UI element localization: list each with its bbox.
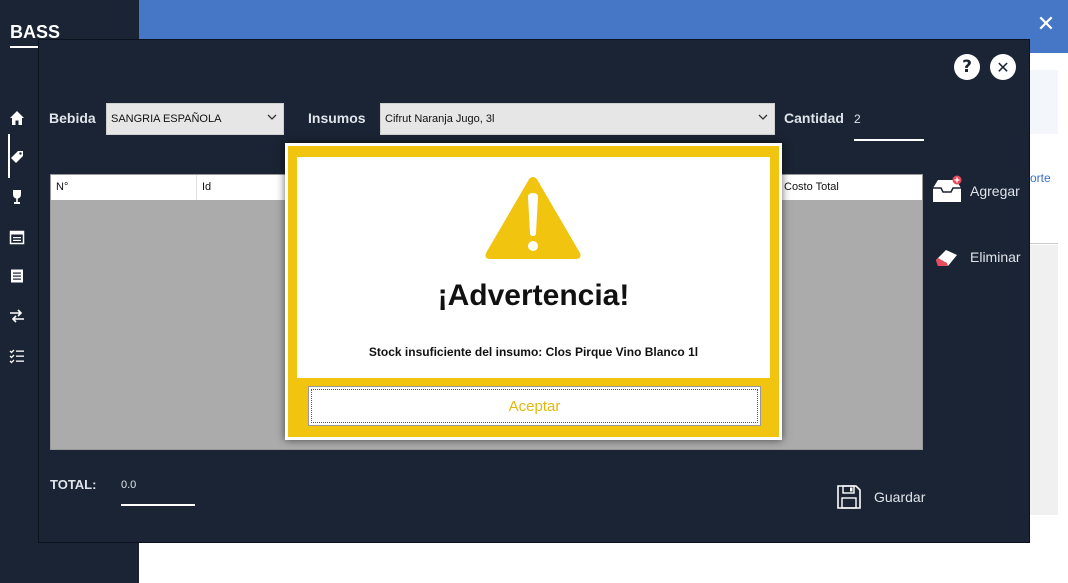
home-icon[interactable] [8,109,26,127]
bebida-select-value: SANGRIA ESPAÑOLA [111,113,222,125]
guardar-label: Guardar [874,489,926,505]
divider [1030,243,1058,244]
focus-rectangle [311,389,758,423]
insumos-label: Insumos [308,110,366,126]
help-button[interactable]: ? [954,54,980,80]
agregar-label: Agregar [970,183,1020,199]
eliminar-label: Eliminar [970,249,1021,265]
save-icon [836,484,862,510]
warning-title: ¡Advertencia! [437,279,630,312]
eliminar-button[interactable]: Eliminar [930,240,1021,274]
column-separator [196,175,197,200]
close-window-button[interactable]: ✕ [990,54,1016,80]
bebida-label: Bebida [49,110,96,126]
bebida-select[interactable]: SANGRIA ESPAÑOLA [106,103,284,135]
agregar-button[interactable]: Agregar [930,174,1020,208]
insumos-select-value: Cifrut Naranja Jugo, 3l [385,113,495,125]
aceptar-button[interactable]: Aceptar [308,386,761,426]
chevron-down-icon [267,114,277,120]
warning-dialog: ¡Advertencia! Stock insuficiente del ins… [285,143,782,440]
app-background-panel [1030,245,1058,515]
app-title-underline [10,46,38,48]
warning-dialog-body: ¡Advertencia! Stock insuficiente del ins… [297,157,770,378]
calendar-icon[interactable] [8,228,26,246]
checklist-icon[interactable] [8,347,26,365]
chevron-down-icon [758,114,768,120]
total-underline [121,504,195,506]
app-background-link[interactable]: orte [1030,171,1051,185]
wine-glass-icon[interactable] [8,188,26,206]
app-close-button[interactable]: ✕ [1035,14,1057,36]
app-background-panel [1030,70,1058,134]
total-value: 0.0 [121,479,137,491]
list-icon[interactable] [8,267,26,285]
cantidad-input-underline [854,139,924,141]
total-label: TOTAL: [50,477,97,492]
tag-icon[interactable] [8,148,26,166]
eraser-icon [930,240,964,274]
cantidad-label: Cantidad [784,110,844,126]
column-header-number[interactable]: N° [56,181,68,193]
cantidad-input[interactable]: 2 [854,112,861,126]
transfer-icon[interactable] [8,307,26,325]
warning-message: Stock insuficiente del insumo: Clos Pirq… [368,345,699,359]
guardar-button[interactable]: Guardar [836,484,925,510]
column-header-costo-total[interactable]: Costo Total [784,181,839,193]
warning-icon [485,177,581,259]
column-header-id[interactable]: Id [202,181,211,193]
inbox-add-icon [930,174,964,208]
insumos-select[interactable]: Cifrut Naranja Jugo, 3l [380,103,775,135]
